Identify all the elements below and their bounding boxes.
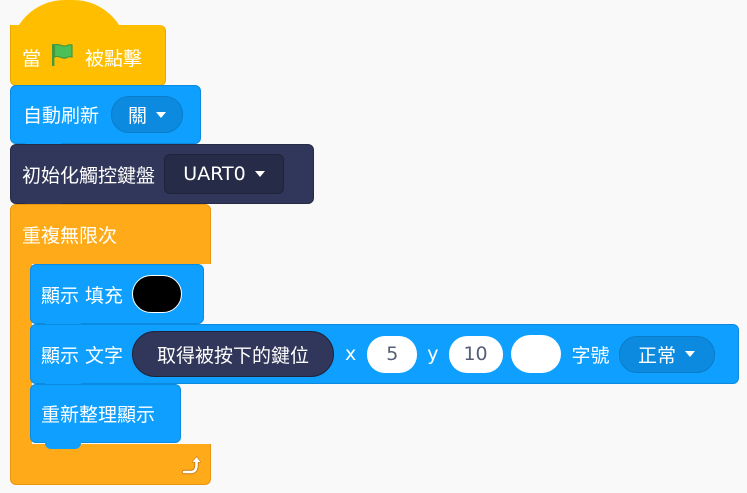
hat-label-clicked: 被點擊: [85, 47, 143, 70]
fill-color-swatch[interactable]: [132, 275, 183, 313]
x-input-value: 5: [386, 343, 399, 365]
forever-label: 重複無限次: [22, 224, 118, 247]
x-label: x: [345, 343, 357, 365]
green-flag-icon: [49, 42, 75, 73]
auto-refresh-dropdown[interactable]: 關: [111, 96, 184, 133]
init-keyboard-label: 初始化觸控鍵盤: [22, 164, 156, 187]
font-size-dropdown-value: 正常: [638, 344, 677, 367]
auto-refresh-dropdown-value: 關: [128, 105, 148, 127]
x-input[interactable]: 5: [367, 335, 418, 373]
y-input-value: 10: [463, 343, 488, 365]
auto-refresh-label: 自動刷新: [23, 105, 100, 127]
display-fill-label: 顯示 填充: [41, 284, 124, 307]
display-text-block[interactable]: 顯示 文字 取得被按下的鍵位 x 5 y 10 字號 正常: [30, 324, 739, 390]
font-size-dropdown[interactable]: 正常: [618, 335, 715, 373]
auto-refresh-block[interactable]: 自動刷新 關: [10, 85, 201, 150]
forever-content: 重複無限次: [22, 217, 117, 251]
y-input[interactable]: 10: [448, 335, 503, 373]
y-label: y: [427, 343, 439, 365]
hat-content: 當 被點擊: [22, 40, 142, 74]
uart-port-dropdown[interactable]: UART0: [164, 154, 285, 194]
get-pressed-key-label: 取得被按下的鍵位: [157, 344, 310, 367]
refresh-display-block[interactable]: 重新整理顯示: [30, 384, 181, 449]
chevron-down-icon: [254, 171, 265, 177]
refresh-display-label: 重新整理顯示: [41, 404, 156, 426]
text-color-swatch[interactable]: [510, 335, 561, 373]
chevron-down-icon: [685, 351, 696, 357]
display-text-label: 顯示 文字: [41, 344, 124, 367]
when-flag-clicked-block[interactable]: 當 被點擊: [10, 0, 166, 93]
get-pressed-key-reporter[interactable]: 取得被按下的鍵位: [132, 331, 335, 377]
uart-port-dropdown-value: UART0: [183, 163, 246, 185]
font-size-label: 字號: [571, 344, 610, 367]
forever-side-bar: [10, 262, 32, 446]
chevron-down-icon: [156, 111, 167, 118]
refresh-connector-tab: [45, 442, 81, 449]
display-fill-block[interactable]: 顯示 填充: [30, 264, 204, 330]
loop-arrow-icon: [178, 452, 202, 480]
hat-label-when: 當: [22, 47, 42, 70]
init-touch-keyboard-block[interactable]: 初始化觸控鍵盤 UART0: [10, 144, 314, 210]
